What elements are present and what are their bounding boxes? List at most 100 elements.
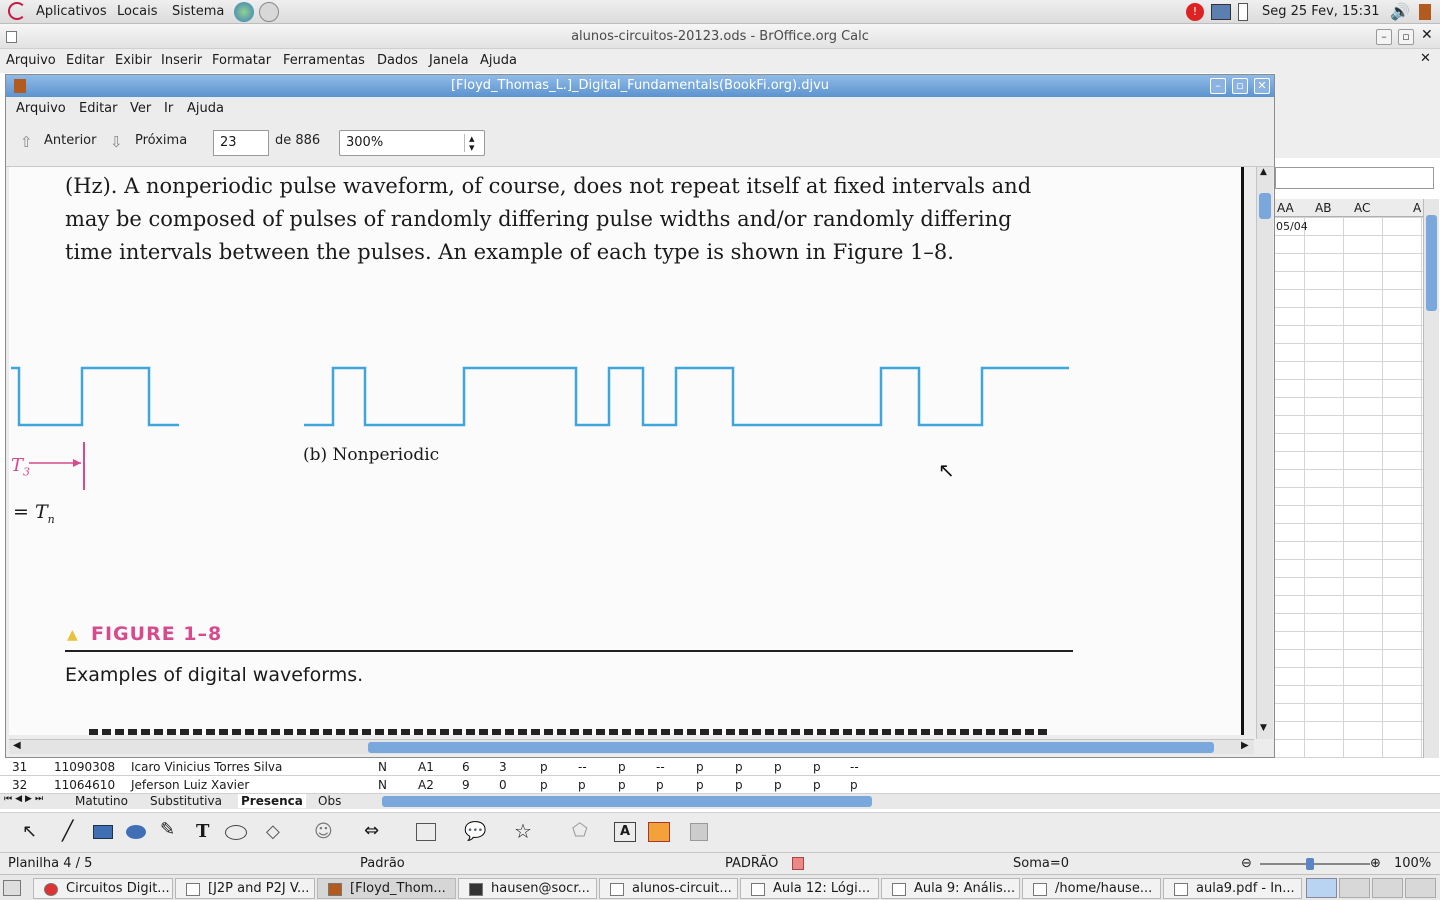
cell-date[interactable]: 05/04: [1276, 220, 1308, 233]
user-icon[interactable]: [1419, 4, 1431, 20]
browser-launcher-icon[interactable]: [234, 2, 254, 22]
callout-tool-icon[interactable]: [225, 825, 247, 840]
cell-mark[interactable]: p: [774, 760, 782, 774]
places-menu[interactable]: Locais: [117, 4, 157, 19]
cell-mark[interactable]: p: [618, 778, 626, 792]
show-desktop-icon[interactable]: [3, 880, 21, 896]
cell-c2[interactable]: A1: [418, 760, 434, 774]
cell-mark[interactable]: p: [540, 778, 548, 792]
cell-mark[interactable]: p: [540, 760, 548, 774]
workspace-3[interactable]: [1372, 878, 1403, 898]
cell-c3[interactable]: 6: [462, 760, 470, 774]
cell-mark[interactable]: p: [696, 760, 704, 774]
cell-c1[interactable]: N: [378, 760, 387, 774]
cell-id[interactable]: 11090308: [54, 760, 115, 774]
cell-mark[interactable]: p: [850, 778, 858, 792]
col-header-ac[interactable]: AC: [1354, 201, 1370, 215]
tab-substitutiva[interactable]: Substitutiva: [150, 794, 222, 808]
sheet-grid[interactable]: [1275, 217, 1423, 795]
task-aula12[interactable]: Aula 12: Lógi...: [740, 878, 879, 899]
ellipse-tool-icon[interactable]: [126, 825, 146, 839]
applications-menu[interactable]: Aplicativos: [36, 4, 107, 19]
zoom-percent[interactable]: 100%: [1394, 856, 1431, 871]
djvu-menu-ir[interactable]: Ir: [164, 101, 173, 116]
zoom-slider[interactable]: [1260, 858, 1370, 870]
cell-mark[interactable]: p: [813, 760, 821, 774]
cell-c4[interactable]: 0: [499, 778, 507, 792]
task-aula9-pdf[interactable]: aula9.pdf - In...: [1163, 878, 1302, 899]
calc-menu-formatar[interactable]: Formatar: [212, 53, 271, 68]
col-header-ad[interactable]: A: [1413, 201, 1421, 215]
cell-mark[interactable]: --: [656, 760, 665, 774]
calc-menu-exibir[interactable]: Exibir: [115, 53, 152, 68]
cell-mark[interactable]: p: [618, 760, 626, 774]
cell-c4[interactable]: 3: [499, 760, 507, 774]
djvu-horizontal-scrollbar[interactable]: ◀ ▶: [9, 739, 1254, 754]
col-header-ab[interactable]: AB: [1315, 201, 1331, 215]
scroll-up-icon[interactable]: ▲: [1260, 167, 1267, 177]
fontwork-icon[interactable]: A: [614, 822, 636, 842]
scroll-right-icon[interactable]: ▶: [1241, 740, 1249, 751]
calc-doc-close-icon[interactable]: ✕: [1420, 51, 1431, 66]
basic-shapes-icon[interactable]: ◇: [266, 821, 280, 842]
points-icon[interactable]: ⬠: [572, 820, 588, 841]
djvu-menu-editar[interactable]: Editar: [79, 101, 118, 116]
flowchart-icon[interactable]: [416, 823, 436, 841]
djvu-vscroll-thumb[interactable]: [1259, 193, 1271, 219]
tab-nav-icons[interactable]: ⏮◀▶⏭: [4, 794, 46, 804]
cell-mark[interactable]: --: [850, 760, 859, 774]
djvu-menu-ajuda[interactable]: Ajuda: [187, 101, 224, 116]
battery-icon[interactable]: [1238, 3, 1248, 21]
system-menu[interactable]: Sistema: [172, 4, 224, 19]
cell-mark[interactable]: p: [578, 778, 586, 792]
djvu-menu-arquivo[interactable]: Arquivo: [16, 101, 66, 116]
cell-mark[interactable]: --: [578, 760, 587, 774]
task-floyd[interactable]: [Floyd_Thom...: [317, 878, 456, 899]
selection-mode[interactable]: PADRÃO: [725, 856, 778, 871]
sheet-hscroll-thumb[interactable]: [382, 796, 872, 807]
scroll-down-icon[interactable]: ▼: [1260, 723, 1267, 733]
sum-display[interactable]: Soma=0: [1013, 856, 1069, 871]
previous-page-button[interactable]: Anterior: [44, 133, 96, 148]
spinner-icon[interactable]: ▴ ▾: [464, 133, 475, 153]
cell-c3[interactable]: 9: [462, 778, 470, 792]
zoom-in-icon[interactable]: ⊕: [1370, 856, 1381, 871]
djvu-hscroll-thumb[interactable]: [368, 742, 1214, 753]
task-chrome[interactable]: Circuitos Digit...: [33, 878, 173, 899]
task-terminal[interactable]: hausen@socr...: [458, 878, 597, 899]
cell-c2[interactable]: A2: [418, 778, 434, 792]
cell-mark[interactable]: p: [656, 778, 664, 792]
formula-input[interactable]: [1275, 167, 1434, 189]
cell-mark[interactable]: p: [774, 778, 782, 792]
calc-menu-janela[interactable]: Janela: [429, 53, 469, 68]
djvu-menu-ver[interactable]: Ver: [130, 101, 151, 116]
djvu-maximize-button[interactable]: ▫: [1232, 78, 1248, 94]
table-row[interactable]: 31 11090308 Icaro Vinicius Torres Silva …: [0, 758, 1440, 776]
mail-launcher-icon[interactable]: [259, 2, 279, 22]
cell-id[interactable]: 11064610: [54, 778, 115, 792]
calc-close-button[interactable]: ✕: [1421, 27, 1433, 43]
calc-maximize-button[interactable]: ▫: [1398, 29, 1414, 45]
sheet-indicator[interactable]: Planilha 4 / 5: [8, 856, 92, 871]
tab-matutino[interactable]: Matutino: [75, 794, 128, 808]
djvu-vertical-scrollbar[interactable]: ▲ ▼: [1256, 167, 1273, 739]
tab-presenca[interactable]: Presenca: [238, 794, 306, 808]
line-tool-icon[interactable]: ╱: [62, 820, 73, 842]
cell-name[interactable]: Jeferson Luiz Xavier: [131, 778, 249, 792]
task-j2p[interactable]: [J2P and P2J V...: [175, 878, 315, 899]
calc-menu-dados[interactable]: Dados: [377, 53, 418, 68]
cell-name[interactable]: Icaro Vinicius Torres Silva: [131, 760, 282, 774]
calc-menu-arquivo[interactable]: Arquivo: [6, 53, 56, 68]
stars-icon[interactable]: ☆: [514, 819, 532, 843]
cell-mark[interactable]: p: [735, 760, 743, 774]
calc-menu-ferramentas[interactable]: Ferramentas: [283, 53, 365, 68]
calc-menu-editar[interactable]: Editar: [66, 53, 105, 68]
task-home[interactable]: /home/hause...: [1022, 878, 1161, 899]
extrusion-icon[interactable]: [690, 823, 708, 841]
task-aula9[interactable]: Aula 9: Anális...: [881, 878, 1020, 899]
page-number-input[interactable]: 23: [213, 130, 269, 156]
sheet-scroll-thumb[interactable]: [1426, 215, 1437, 311]
page-style[interactable]: Padrão: [360, 856, 405, 871]
djvu-close-button[interactable]: ✕: [1254, 78, 1270, 94]
table-row[interactable]: 32 11064610 Jeferson Luiz Xavier N A2 9 …: [0, 776, 1440, 794]
